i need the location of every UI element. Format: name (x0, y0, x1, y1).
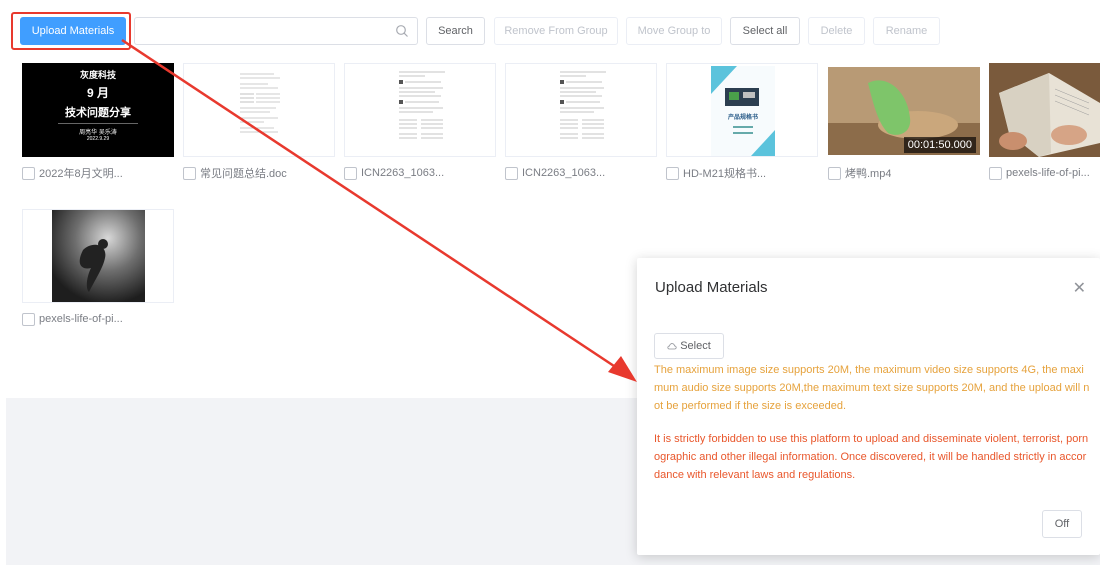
material-name: ICN2263_1063... (522, 167, 606, 179)
select-all-button[interactable]: Select all (730, 17, 800, 45)
content-policy-notice: It is strictly forbidden to use this pla… (654, 433, 1089, 481)
material-name: ICN2263_1063... (361, 167, 445, 179)
dialog-title: Upload Materials (655, 279, 768, 296)
off-button[interactable]: Off (1042, 510, 1082, 538)
document-thumbnail (344, 63, 496, 157)
material-name: pexels-life-of-pi... (1006, 167, 1090, 179)
material-card[interactable]: pexels-life-of-pi... (22, 209, 174, 326)
delete-button[interactable]: Delete (808, 17, 865, 45)
material-name: 烤鸭.mp4 (845, 168, 892, 180)
toolbar: Upload Materials Search Remove From Grou… (0, 0, 1100, 60)
material-checkbox[interactable] (22, 312, 35, 326)
select-file-button[interactable]: Select (654, 333, 724, 359)
upload-size-notice: The maximum image size supports 20M, the… (654, 364, 1090, 412)
spec-cover-title: 产品规格书 (727, 115, 758, 121)
material-checkbox[interactable] (344, 166, 357, 180)
close-icon[interactable]: ✕ (1073, 278, 1086, 298)
photo-thumbnail (22, 209, 174, 303)
material-card[interactable]: ICN2263_1063... (505, 63, 657, 180)
material-checkbox[interactable] (666, 166, 679, 180)
material-card[interactable]: 常见问题总结.doc (183, 63, 335, 180)
document-thumbnail (183, 63, 335, 157)
slide-line: 灰度科技 (79, 70, 116, 80)
video-thumbnail: 00:01:50.000 (828, 63, 980, 157)
spec-cover-thumbnail: 产品规格书 (666, 63, 818, 157)
material-checkbox[interactable] (183, 166, 196, 180)
video-duration: 00:01:50.000 (903, 137, 976, 153)
select-file-label: Select (680, 340, 711, 352)
slide-divider (58, 123, 138, 124)
search-button[interactable]: Search (426, 17, 485, 45)
photo-thumbnail (989, 63, 1100, 157)
material-card[interactable]: 产品规格书 HD-M21规格书... (666, 63, 818, 180)
material-name: 2022年8月文明... (39, 168, 123, 180)
slide-thumbnail: 灰度科技 9 月 技术问题分享 周亮华 吴乐涛 2022.9.29 (22, 63, 174, 157)
upload-materials-dialog: Upload Materials ✕ Select The maximum im… (637, 258, 1100, 555)
material-card[interactable]: 灰度科技 9 月 技术问题分享 周亮华 吴乐涛 2022.9.29 2022年8… (22, 63, 174, 180)
material-name: HD-M21规格书... (683, 168, 767, 180)
slide-line: 周亮华 吴乐涛 (79, 130, 117, 136)
slide-line: 9 月 (86, 86, 109, 100)
material-name: 常见问题总结.doc (200, 168, 287, 180)
search-icon[interactable] (395, 24, 409, 38)
search-box (134, 17, 418, 45)
remove-from-group-button[interactable]: Remove From Group (494, 17, 618, 45)
material-checkbox[interactable] (22, 166, 35, 180)
material-checkbox[interactable] (505, 166, 518, 180)
material-card[interactable]: ICN2263_1063... (344, 63, 496, 180)
slide-line: 2022.9.29 (86, 136, 110, 142)
material-card[interactable]: 00:01:50.000 烤鸭.mp4 (828, 63, 980, 180)
cloud-upload-icon (667, 343, 677, 350)
material-name: pexels-life-of-pi... (39, 313, 123, 325)
move-group-button[interactable]: Move Group to (626, 17, 722, 45)
material-checkbox[interactable] (989, 166, 1002, 180)
material-card[interactable]: pexels-life-of-pi... (989, 63, 1100, 180)
annotation-highlight-box (11, 12, 131, 50)
rename-button[interactable]: Rename (873, 17, 940, 45)
material-checkbox[interactable] (828, 166, 841, 180)
document-thumbnail (505, 63, 657, 157)
slide-line: 技术问题分享 (65, 107, 131, 119)
search-input[interactable] (135, 18, 385, 44)
